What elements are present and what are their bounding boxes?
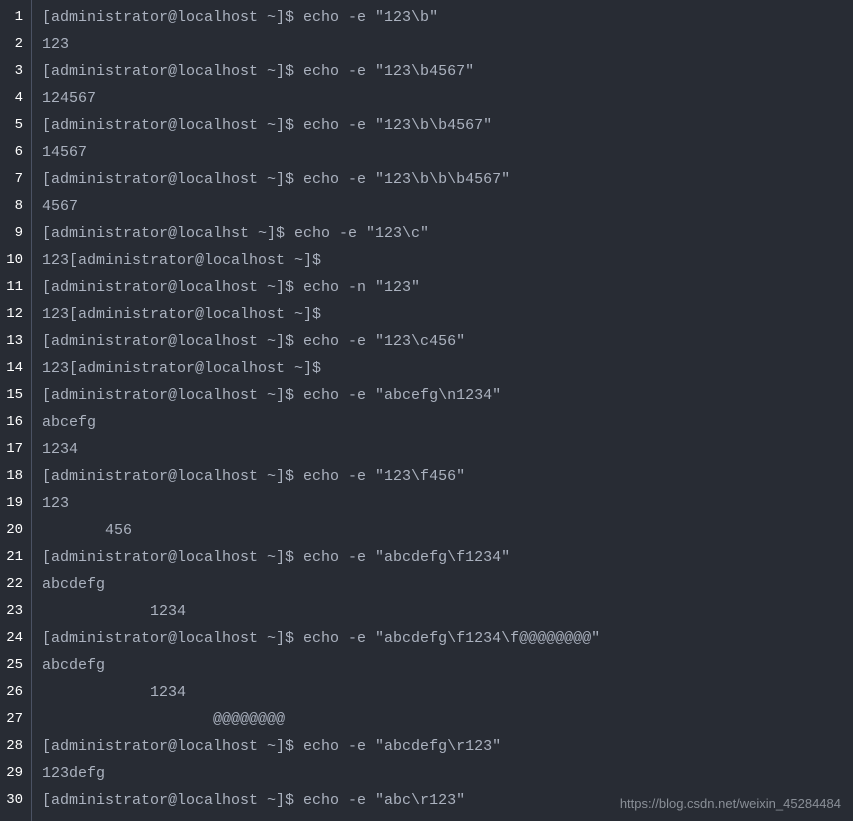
line-number: 17: [4, 436, 23, 463]
code-line: [administrator@localhost ~]$ echo -n "12…: [42, 274, 853, 301]
code-line: 14567: [42, 139, 853, 166]
code-line: [administrator@localhost ~]$ echo -e "12…: [42, 4, 853, 31]
line-number: 22: [4, 571, 23, 598]
code-line: 123[administrator@localhost ~]$: [42, 247, 853, 274]
line-number: 24: [4, 625, 23, 652]
line-number: 10: [4, 247, 23, 274]
code-line: 123[administrator@localhost ~]$: [42, 355, 853, 382]
line-number: 9: [4, 220, 23, 247]
line-number: 11: [4, 274, 23, 301]
code-line: [administrator@localhost ~]$ echo -e "12…: [42, 463, 853, 490]
code-line: abcdefg: [42, 652, 853, 679]
line-number: 16: [4, 409, 23, 436]
line-number: 4: [4, 85, 23, 112]
line-number: 8: [4, 193, 23, 220]
line-number: 25: [4, 652, 23, 679]
code-line: [administrator@localhost ~]$ echo -e "12…: [42, 166, 853, 193]
line-number: 20: [4, 517, 23, 544]
line-number: 12: [4, 301, 23, 328]
code-line: [administrator@localhost ~]$ echo -e "12…: [42, 112, 853, 139]
line-number: 18: [4, 463, 23, 490]
line-number: 29: [4, 760, 23, 787]
code-line: 1234: [42, 598, 853, 625]
code-line: [administrator@localhost ~]$ echo -e "ab…: [42, 544, 853, 571]
line-number: 19: [4, 490, 23, 517]
code-line: @@@@@@@@: [42, 706, 853, 733]
line-number: 21: [4, 544, 23, 571]
code-line: [administrator@localhost ~]$ echo -e "ab…: [42, 733, 853, 760]
code-line: abcdefg: [42, 571, 853, 598]
code-line: [administrator@localhost ~]$ echo -e "ab…: [42, 625, 853, 652]
line-number: 6: [4, 139, 23, 166]
line-number: 27: [4, 706, 23, 733]
code-line: [administrator@localhst ~]$ echo -e "123…: [42, 220, 853, 247]
code-line: [administrator@localhost ~]$ echo -e "12…: [42, 328, 853, 355]
code-line: 4567: [42, 193, 853, 220]
code-area[interactable]: [administrator@localhost ~]$ echo -e "12…: [32, 0, 853, 821]
code-line: 1234: [42, 679, 853, 706]
line-number: 28: [4, 733, 23, 760]
line-number: 7: [4, 166, 23, 193]
line-number: 5: [4, 112, 23, 139]
code-block: 1234567891011121314151617181920212223242…: [0, 0, 853, 821]
line-number: 15: [4, 382, 23, 409]
line-number-gutter: 1234567891011121314151617181920212223242…: [0, 0, 32, 821]
code-line: 123: [42, 31, 853, 58]
code-line: 456: [42, 517, 853, 544]
line-number: 23: [4, 598, 23, 625]
code-line: 123: [42, 490, 853, 517]
watermark-text: https://blog.csdn.net/weixin_45284484: [620, 796, 841, 811]
line-number: 13: [4, 328, 23, 355]
code-line: [administrator@localhost ~]$ echo -e "12…: [42, 58, 853, 85]
code-line: abcefg: [42, 409, 853, 436]
line-number: 2: [4, 31, 23, 58]
code-line: 123defg: [42, 760, 853, 787]
line-number: 1: [4, 4, 23, 31]
code-line: [administrator@localhost ~]$ echo -e "ab…: [42, 382, 853, 409]
code-line: 1234: [42, 436, 853, 463]
line-number: 3: [4, 58, 23, 85]
code-line: 124567: [42, 85, 853, 112]
line-number: 26: [4, 679, 23, 706]
line-number: 14: [4, 355, 23, 382]
line-number: 30: [4, 787, 23, 814]
code-line: 123[administrator@localhost ~]$: [42, 301, 853, 328]
